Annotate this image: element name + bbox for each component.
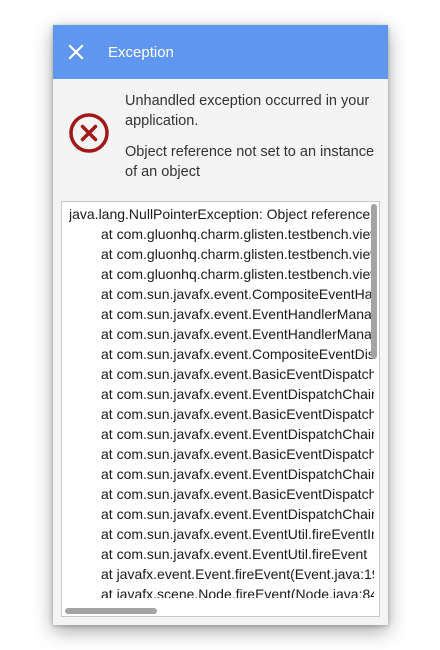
stack-trace-text: java.lang.NullPointerException: Object r… [69,204,374,598]
stack-trace-line: at com.sun.javafx.event.EventUtil.fireEv… [101,526,374,542]
exception-dialog: Exception Unhandled exception occurred i… [53,25,388,625]
stack-trace-line: at com.sun.javafx.event.BasicEventDispat… [101,446,374,462]
stack-trace-line: at com.sun.javafx.event.BasicEventDispat… [101,366,374,382]
stack-trace-line: at javafx.event.Event.fireEvent(Event.ja… [101,566,374,582]
close-icon[interactable] [65,41,87,63]
horizontal-scrollbar[interactable] [65,608,157,614]
primary-message: Unhandled exception occurred in your app… [125,93,370,129]
stack-trace-line: at com.gluonhq.charm.glisten.testbench.v… [101,226,374,242]
stack-trace-line: at com.sun.javafx.event.CompositeEventHa… [101,286,374,302]
error-icon [68,112,110,154]
stack-trace-line: at com.sun.javafx.event.EventHandlerMana… [101,326,374,342]
secondary-message: Object reference not set to an instance … [125,144,375,180]
stack-trace-line: at com.sun.javafx.event.EventDispatchCha… [101,426,374,442]
stack-trace-textarea[interactable]: java.lang.NullPointerException: Object r… [61,201,380,617]
exception-header: Unhandled exception occurred in your app… [53,79,388,199]
stack-trace-line: at com.sun.javafx.event.EventDispatchCha… [101,466,374,482]
stack-trace-line: java.lang.NullPointerException: Object r… [69,206,371,222]
stack-trace-line: at com.gluonhq.charm.glisten.testbench.v… [101,266,374,282]
dialog-title: Exception [108,43,174,61]
stack-trace-line: at com.sun.javafx.event.BasicEventDispat… [101,406,374,422]
stack-trace-line: at javafx.scene.Node.fireEvent(Node.java… [101,586,374,598]
stack-trace-line: at com.sun.javafx.event.EventDispatchCha… [101,386,374,402]
stack-trace-line: at com.sun.javafx.event.EventHandlerMana… [101,306,374,322]
dialog-titlebar: Exception [53,25,388,79]
stack-trace-line: at com.sun.javafx.event.CompositeEventDi… [101,346,374,362]
stack-trace-line: at com.gluonhq.charm.glisten.testbench.v… [101,246,374,262]
exception-messages: Unhandled exception occurred in your app… [125,91,380,193]
stack-trace-line: at com.sun.javafx.event.BasicEventDispat… [101,486,374,502]
vertical-scrollbar[interactable] [371,204,377,359]
stack-trace-line: at com.sun.javafx.event.EventUtil.fireEv… [101,546,368,562]
stack-trace-line: at com.sun.javafx.event.EventDispatchCha… [101,506,374,522]
